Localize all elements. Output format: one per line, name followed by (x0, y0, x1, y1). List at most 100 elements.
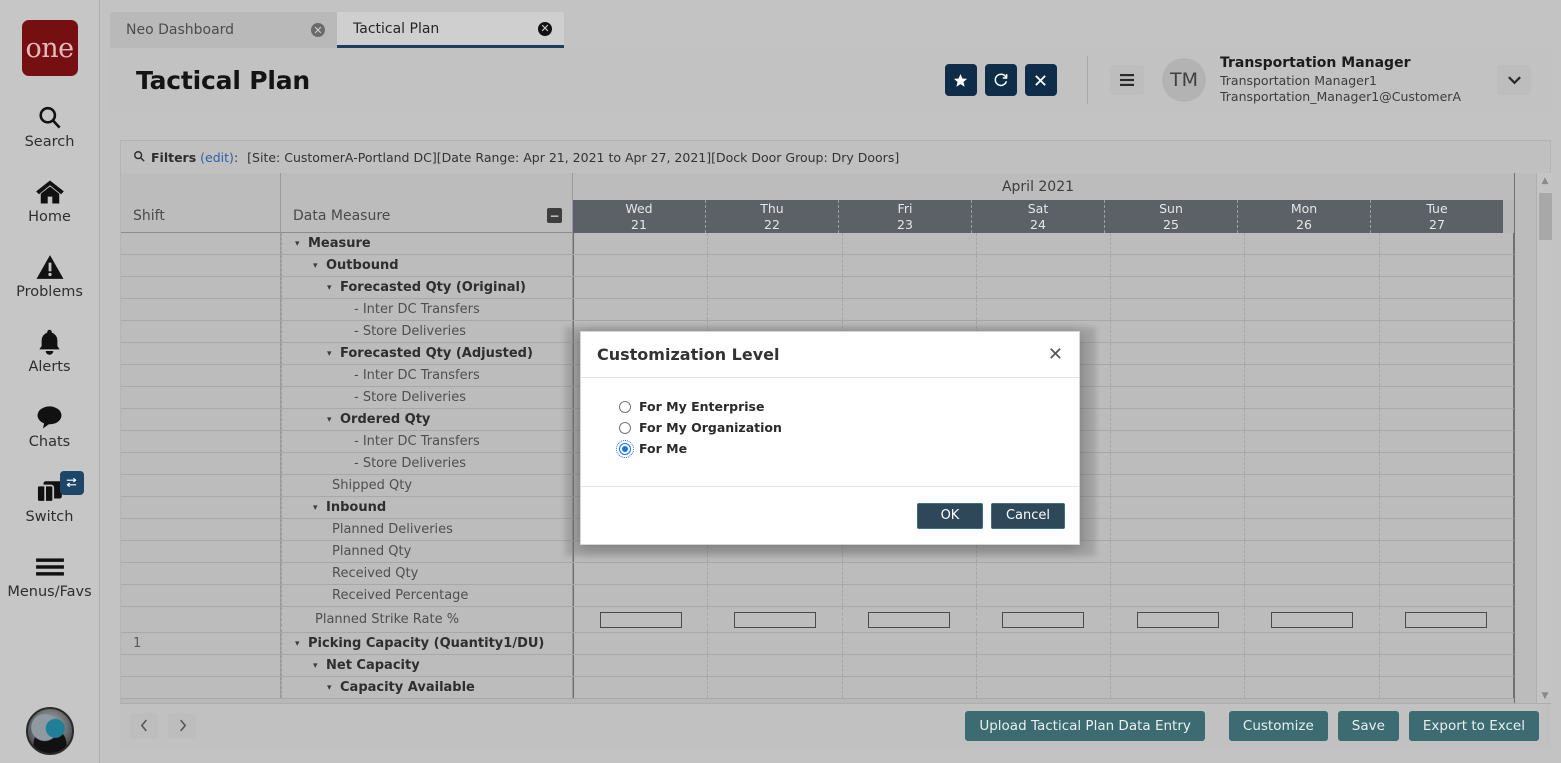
measure-label-cell[interactable]: Planned Qty (281, 541, 573, 562)
data-cell[interactable] (1380, 475, 1514, 496)
data-cell[interactable] (977, 633, 1111, 654)
data-cell[interactable] (843, 677, 977, 698)
customize-button[interactable]: Customize (1229, 711, 1328, 741)
measure-label-cell[interactable]: Shipped Qty (281, 475, 573, 496)
data-cell[interactable] (843, 233, 977, 254)
strike-rate-input[interactable] (1002, 612, 1084, 628)
data-cell[interactable] (1245, 255, 1379, 276)
data-cell[interactable] (1245, 519, 1379, 540)
day-column-header[interactable]: Mon26 (1238, 200, 1371, 233)
sidebar-item-chats[interactable]: Chats (0, 400, 100, 451)
data-cell[interactable] (708, 585, 842, 606)
measure-label-cell[interactable]: - Inter DC Transfers (281, 299, 573, 320)
measure-label-cell[interactable]: ▾Outbound (281, 255, 573, 276)
radio-option-3[interactable]: For Me (619, 438, 1079, 459)
data-cell[interactable] (1380, 541, 1514, 562)
filters-edit-link[interactable]: (edit) (200, 150, 234, 165)
data-cell[interactable] (1245, 365, 1379, 386)
data-cell[interactable] (1245, 409, 1379, 430)
export-to-excel-button[interactable]: Export to Excel (1409, 711, 1539, 741)
data-cell[interactable] (1380, 343, 1514, 364)
measure-label-cell[interactable]: - Inter DC Transfers (281, 365, 573, 386)
strike-rate-input[interactable] (868, 612, 950, 628)
triangle-up-icon[interactable]: ▲ (1537, 173, 1552, 189)
data-cell[interactable] (977, 585, 1111, 606)
triangle-down-icon[interactable]: ▼ (1537, 688, 1552, 704)
measure-label-cell[interactable]: ▾Inbound (281, 497, 573, 518)
close-circle-icon[interactable]: ✕ (538, 22, 552, 36)
data-cell[interactable] (1245, 343, 1379, 364)
data-cell[interactable] (977, 607, 1111, 632)
data-cell[interactable] (1380, 409, 1514, 430)
measure-label-cell[interactable]: - Store Deliveries (281, 321, 573, 342)
day-column-header[interactable]: Thu22 (706, 200, 839, 233)
chevron-left-icon[interactable] (130, 713, 158, 739)
chevron-down-icon[interactable]: ▾ (327, 683, 332, 693)
data-cell[interactable] (573, 277, 708, 298)
measure-label-cell[interactable]: Received Percentage (281, 585, 573, 606)
data-cell[interactable] (1245, 475, 1379, 496)
measure-label-cell[interactable]: ▾Picking Capacity (Quantity1/DU) (281, 633, 573, 654)
data-cell[interactable] (1111, 519, 1245, 540)
data-cell[interactable] (1380, 321, 1514, 342)
data-cell[interactable] (1111, 277, 1245, 298)
refresh-button[interactable] (985, 64, 1017, 96)
chevron-down-icon[interactable]: ▾ (313, 661, 318, 671)
chevron-down-icon[interactable]: ▾ (327, 283, 332, 293)
data-cell[interactable] (1111, 633, 1245, 654)
data-cell[interactable] (1245, 655, 1379, 676)
sidebar-item-alerts[interactable]: Alerts (0, 325, 100, 376)
data-cell[interactable] (1380, 607, 1514, 632)
data-cell[interactable] (843, 299, 977, 320)
data-cell[interactable] (1380, 677, 1514, 698)
data-cell[interactable] (1111, 563, 1245, 584)
data-cell[interactable] (708, 299, 842, 320)
chevron-down-icon[interactable]: ▾ (327, 415, 332, 425)
data-cell[interactable] (1111, 299, 1245, 320)
data-cell[interactable] (977, 299, 1111, 320)
radio-button-selected[interactable] (619, 443, 631, 455)
radio-option-1[interactable]: For My Enterprise (619, 396, 1079, 417)
strike-rate-input[interactable] (734, 612, 816, 628)
measure-label-cell[interactable]: Received Qty (281, 563, 573, 584)
data-cell[interactable] (1245, 277, 1379, 298)
measure-label-cell[interactable]: ▾Net Capacity (281, 655, 573, 676)
favorite-button[interactable] (945, 64, 977, 96)
chevron-down-icon[interactable]: ▾ (327, 349, 332, 359)
tab-tactical-plan[interactable]: Tactical Plan ✕ (337, 12, 564, 48)
data-cell[interactable] (1111, 255, 1245, 276)
data-cell[interactable] (1245, 585, 1379, 606)
list-menu-icon[interactable] (1110, 65, 1144, 95)
close-circle-icon[interactable]: ✕ (311, 23, 325, 37)
data-cell[interactable] (1111, 453, 1245, 474)
data-cell[interactable] (1245, 233, 1379, 254)
data-cell[interactable] (573, 299, 708, 320)
data-cell[interactable] (1380, 299, 1514, 320)
data-cell[interactable] (843, 277, 977, 298)
chevron-down-icon[interactable]: ▾ (295, 639, 300, 649)
save-button[interactable]: Save (1338, 711, 1399, 741)
data-cell[interactable] (573, 585, 708, 606)
data-cell[interactable] (843, 655, 977, 676)
chevron-down-icon[interactable]: ▾ (313, 503, 318, 513)
measure-label-cell[interactable]: ▾Forecasted Qty (Original) (281, 277, 573, 298)
data-cell[interactable] (1380, 431, 1514, 452)
data-cell[interactable] (843, 255, 977, 276)
measure-label-cell[interactable]: Planned Strike Rate % (281, 607, 573, 632)
data-cell[interactable] (843, 563, 977, 584)
data-cell[interactable] (1245, 497, 1379, 518)
data-cell[interactable] (1111, 321, 1245, 342)
data-cell[interactable] (1380, 655, 1514, 676)
data-cell[interactable] (1111, 497, 1245, 518)
strike-rate-input[interactable] (600, 612, 682, 628)
data-cell[interactable] (843, 633, 977, 654)
robot-assistant-avatar[interactable] (26, 707, 74, 755)
data-cell[interactable] (977, 563, 1111, 584)
minus-box-icon[interactable]: − (547, 208, 562, 223)
data-cell[interactable] (708, 633, 842, 654)
data-cell[interactable] (977, 233, 1111, 254)
sidebar-item-problems[interactable]: Problems (0, 250, 100, 301)
measure-label-cell[interactable]: - Store Deliveries (281, 387, 573, 408)
data-cell[interactable] (843, 607, 977, 632)
day-column-header[interactable]: Sat24 (972, 200, 1105, 233)
